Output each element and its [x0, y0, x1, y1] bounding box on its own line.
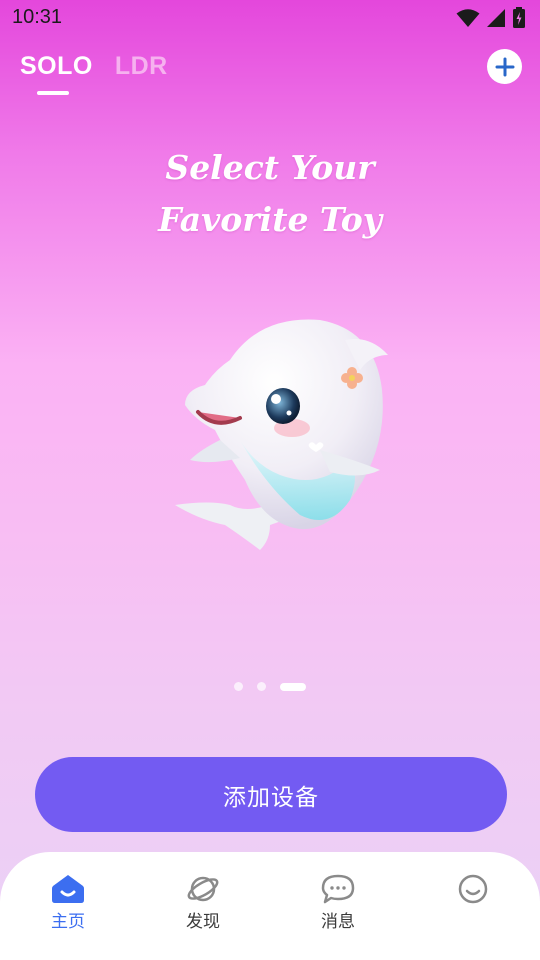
nav-item-messages[interactable]: 消息: [293, 874, 383, 932]
tab-active-indicator: [37, 91, 69, 95]
dolphin-toy-image[interactable]: [170, 300, 400, 570]
tab-solo-label: SOLO: [20, 52, 93, 80]
tab-solo[interactable]: SOLO: [20, 52, 93, 95]
nav-item-profile[interactable]: [428, 874, 518, 907]
carousel-indicator: [0, 682, 540, 691]
status-bar: 10:31: [0, 0, 540, 36]
home-icon: [52, 875, 84, 903]
carousel-dot[interactable]: [234, 682, 243, 691]
nav-label-discover: 发现: [186, 912, 220, 932]
nav-item-discover[interactable]: 发现: [158, 874, 248, 932]
bottom-nav: 主页 发现 消息: [0, 852, 540, 960]
add-device-button[interactable]: 添加设备: [35, 757, 507, 832]
top-tabs: SOLO LDR: [20, 52, 168, 95]
smiley-face-icon: [458, 874, 488, 904]
nav-label-home: 主页: [51, 912, 85, 932]
planet-icon: [187, 876, 219, 902]
chat-bubble-icon: [321, 874, 355, 904]
status-time: 10:31: [12, 6, 63, 28]
headline-line-2: Favorite Toy: [158, 200, 382, 239]
cellular-signal-icon: [487, 9, 505, 27]
carousel-dot-active[interactable]: [280, 682, 306, 691]
add-device-label: 添加设备: [223, 784, 319, 811]
add-button[interactable]: [487, 49, 522, 84]
nav-label-messages: 消息: [321, 912, 355, 932]
battery-icon: [513, 7, 525, 28]
carousel-dot[interactable]: [257, 682, 266, 691]
status-icons: [456, 7, 526, 29]
nav-item-home[interactable]: 主页: [23, 874, 113, 932]
headline-line-1: Select Your: [165, 148, 375, 187]
plus-icon: [495, 57, 514, 76]
tab-ldr[interactable]: LDR: [115, 52, 168, 81]
tab-ldr-label: LDR: [114, 52, 168, 80]
wifi-icon: [456, 9, 480, 27]
